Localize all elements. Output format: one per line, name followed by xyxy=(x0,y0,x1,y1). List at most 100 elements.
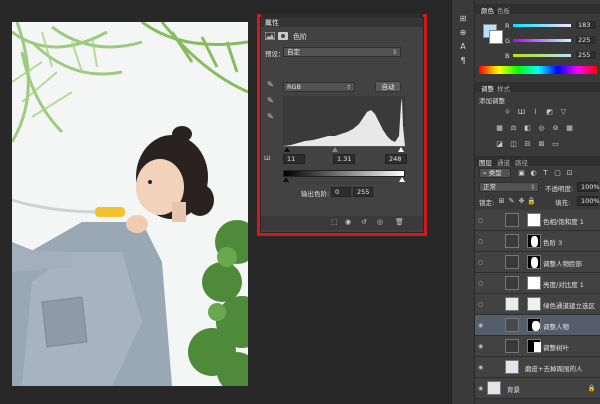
visibility-toggle[interactable]: ◉ xyxy=(478,343,483,350)
lock-move-icon[interactable]: ✥ xyxy=(517,197,526,205)
eyedropper-white-icon[interactable]: ✎ xyxy=(267,112,274,121)
output-black-field[interactable]: 0 xyxy=(331,187,351,197)
layer-mask-thumbnail[interactable] xyxy=(527,255,541,269)
layer-row[interactable]: ○ 色阶 3 xyxy=(475,231,600,252)
layer-name: 调整人物脸部 xyxy=(543,260,582,268)
invert-icon[interactable]: ◪ xyxy=(495,140,504,148)
filter-type-icon[interactable]: T xyxy=(541,169,550,177)
input-black-field[interactable]: 11 xyxy=(283,154,305,164)
color-balance-icon[interactable]: ⚖ xyxy=(509,124,518,132)
filter-shape-icon[interactable]: ▢ xyxy=(553,169,562,177)
tab-channels[interactable]: 通道 xyxy=(497,157,510,167)
background-color-swatch[interactable] xyxy=(489,30,503,44)
clip-to-layer-icon[interactable]: ⬚ xyxy=(331,218,338,226)
visibility-toggle[interactable]: ○ xyxy=(478,280,483,287)
layer-row[interactable]: ◉ 背景 🔒 xyxy=(475,378,600,399)
tab-layers[interactable]: 图层 xyxy=(479,157,492,167)
tab-styles[interactable]: 样式 xyxy=(497,83,510,93)
tab-paths[interactable]: 路径 xyxy=(515,157,528,167)
channel-value: RGB xyxy=(287,83,302,91)
visibility-toggle[interactable]: ◉ xyxy=(478,364,483,371)
brush-preset-icon[interactable]: ⊕ xyxy=(457,28,469,38)
brightness-icon[interactable]: ☼ xyxy=(503,108,512,116)
layer-mask-thumbnail[interactable] xyxy=(527,318,541,332)
vibrance-icon[interactable]: ▽ xyxy=(559,108,568,116)
layer-mask-thumbnail[interactable] xyxy=(527,234,541,248)
input-gamma-field[interactable]: 1.31 xyxy=(333,154,355,164)
visibility-toggle[interactable]: ◉ xyxy=(478,322,483,329)
filter-smart-icon[interactable]: ⊡ xyxy=(565,169,574,177)
histogram-clip-icon[interactable]: Ш xyxy=(264,155,270,162)
tab-swatches[interactable]: 色板 xyxy=(497,5,510,15)
black-white-icon[interactable]: ◧ xyxy=(523,124,532,132)
exposure-icon[interactable]: ◩ xyxy=(545,108,554,116)
input-levels-slider[interactable] xyxy=(282,146,406,152)
g-value[interactable]: 225 xyxy=(576,36,596,44)
layer-mask-thumbnail[interactable] xyxy=(527,213,541,227)
visibility-icon[interactable]: ◎ xyxy=(377,218,383,226)
eyedropper-gray-icon[interactable]: ✎ xyxy=(267,96,274,105)
layer-row[interactable]: ◉ 磨皮+去掉周围的人 xyxy=(475,357,600,378)
blend-mode-select[interactable]: 正常 ⇕ xyxy=(479,182,539,192)
fill-field[interactable]: 100% xyxy=(577,196,600,206)
photo-image[interactable] xyxy=(12,22,248,386)
trash-icon[interactable]: 🗑 xyxy=(395,218,404,226)
tab-color[interactable]: 颜色 xyxy=(481,5,494,15)
lock-all-icon[interactable]: 🔒 xyxy=(527,197,536,205)
r-value[interactable]: 183 xyxy=(576,21,596,29)
channel-select[interactable]: RGB ⇕ xyxy=(283,82,355,92)
lock-pixels-icon[interactable]: ⊞ xyxy=(497,197,506,205)
layer-row[interactable]: ◉ 调整树叶 xyxy=(475,336,600,357)
filter-pixel-icon[interactable]: ▣ xyxy=(517,169,526,177)
color-spectrum[interactable] xyxy=(479,66,597,74)
layer-name: 色相/饱和度 1 xyxy=(543,218,584,226)
curves-icon[interactable]: ⌇ xyxy=(531,108,540,116)
output-levels-slider[interactable] xyxy=(282,177,406,183)
filter-adjust-icon[interactable]: ◐ xyxy=(529,169,538,177)
paragraph-icon[interactable]: ¶ xyxy=(457,56,469,66)
layer-row[interactable]: ○ 亮度/对比度 1 xyxy=(475,273,600,294)
layer-row[interactable]: ○ 调整人物脸部 xyxy=(475,252,600,273)
b-slider[interactable] xyxy=(513,54,571,57)
g-label: G xyxy=(505,37,511,45)
layer-row-selected[interactable]: ◉ 调整人物 xyxy=(475,315,600,336)
layer-row[interactable]: ○ 色相/饱和度 1 xyxy=(475,210,600,231)
mask-icon[interactable] xyxy=(278,32,288,40)
color-lookup-icon[interactable]: ▦ xyxy=(565,124,574,132)
visibility-toggle[interactable]: ○ xyxy=(478,217,483,224)
r-slider[interactable] xyxy=(513,24,571,27)
view-previous-icon[interactable]: ◉ xyxy=(345,218,351,226)
visibility-toggle[interactable]: ○ xyxy=(478,301,483,308)
threshold-icon[interactable]: ⊟ xyxy=(523,140,532,148)
g-slider[interactable] xyxy=(513,39,571,42)
posterize-icon[interactable]: ◫ xyxy=(509,140,518,148)
channel-mixer-icon[interactable]: ⊚ xyxy=(551,124,560,132)
layer-thumbnail xyxy=(487,381,501,395)
history-icon[interactable]: ⊞ xyxy=(457,14,469,24)
visibility-toggle[interactable]: ◉ xyxy=(478,385,483,392)
output-white-field[interactable]: 255 xyxy=(353,187,373,197)
reset-icon[interactable]: ↺ xyxy=(361,218,367,226)
layer-mask-thumbnail[interactable] xyxy=(527,276,541,290)
input-white-field[interactable]: 248 xyxy=(385,154,407,164)
visibility-toggle[interactable]: ○ xyxy=(478,259,483,266)
b-value[interactable]: 255 xyxy=(576,51,596,59)
selective-color-icon[interactable]: ⊠ xyxy=(537,140,546,148)
auto-button[interactable]: 自动 xyxy=(375,81,401,92)
character-icon[interactable]: A xyxy=(457,42,469,52)
layer-mask-thumbnail[interactable] xyxy=(527,297,541,311)
tab-adjustments[interactable]: 调整 xyxy=(481,83,494,93)
hue-icon[interactable]: ▦ xyxy=(495,124,504,132)
layer-mask-thumbnail[interactable] xyxy=(527,339,541,353)
eyedropper-black-icon[interactable]: ✎ xyxy=(267,80,274,89)
layer-row[interactable]: ○ 绿色通道建立选区 xyxy=(475,294,600,315)
filter-kind-select[interactable]: ⌕ 类型 xyxy=(479,168,511,178)
levels-adjust-icon[interactable]: Ш xyxy=(517,108,526,116)
opacity-field[interactable]: 100% xyxy=(577,182,600,192)
gradient-map-icon[interactable]: ▭ xyxy=(551,140,560,148)
panel-menu-icon[interactable]: ≡ xyxy=(265,18,420,26)
visibility-toggle[interactable]: ○ xyxy=(478,238,483,245)
photo-filter-icon[interactable]: ◎ xyxy=(537,124,546,132)
preset-select[interactable]: 自定 ⇕ xyxy=(283,47,401,57)
lock-paint-icon[interactable]: ✎ xyxy=(507,197,516,205)
